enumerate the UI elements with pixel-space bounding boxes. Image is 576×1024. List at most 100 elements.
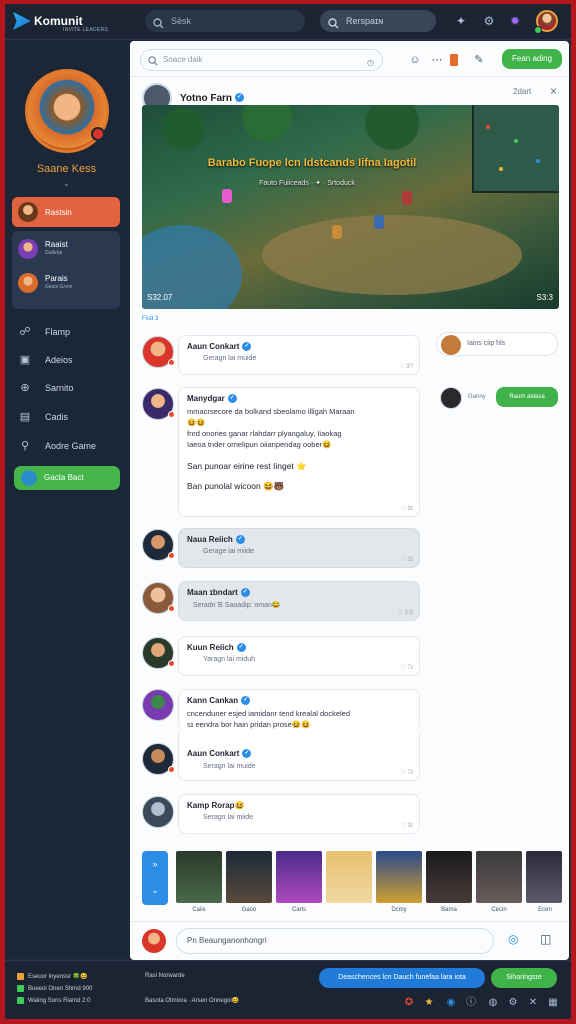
message-text: Seragn lai muide — [203, 763, 256, 770]
message-author: Aaun Conkart ✓ — [187, 342, 252, 352]
avatar[interactable] — [142, 796, 174, 828]
game-unit — [332, 225, 342, 239]
nav-label: Flamp — [45, 327, 71, 337]
nav-item-adeios[interactable]: ▣ Adeios — [17, 352, 73, 368]
verified-icon: ✓ — [242, 749, 252, 759]
game-score: S3:3 — [536, 293, 553, 302]
game-unit — [222, 189, 232, 203]
search-icon — [153, 15, 164, 37]
nav-item-cadis[interactable]: ▤ Cadis — [17, 409, 68, 425]
info-icon[interactable]: ⓘ — [465, 997, 477, 1009]
composer: Pn Beaunganonhongri ◎ ◫ — [130, 921, 569, 959]
message-card[interactable]: Manydgar ✓ mmacrsecore da bolkand sbeolam… — [178, 387, 420, 517]
nav-label: Aodre Game — [45, 441, 97, 451]
chat-icon[interactable]: ◍ — [487, 997, 499, 1009]
settings-icon[interactable]: ✹ — [507, 13, 523, 29]
thumbnail[interactable] — [376, 851, 422, 903]
message-line: Iaeoa tnder ornelipun oiianpendag oober😆 — [187, 440, 332, 449]
close-icon[interactable]: × — [550, 84, 557, 98]
game-icon[interactable]: ✪ — [403, 997, 415, 1009]
post-author[interactable]: Yotno Farn ✓ — [180, 93, 245, 104]
grid-icon[interactable]: ▦ — [547, 997, 559, 1009]
secondary-search-input[interactable]: Rerspaɪɴ — [320, 10, 436, 32]
thumbnail[interactable] — [476, 851, 522, 903]
message-line: 😆😆 — [187, 418, 206, 427]
feed-search-placeholder: Soace daik — [163, 55, 203, 64]
message-text: Seradn Ɓ Saoadip: oman😂 — [193, 602, 281, 609]
emoji-icon[interactable]: ☺ — [408, 53, 422, 67]
mic-icon[interactable]: ◎ — [508, 932, 518, 946]
verified-icon: ✓ — [240, 588, 250, 598]
gear-icon[interactable]: ⚙ — [481, 13, 497, 29]
app-name: Komunit — [34, 14, 83, 28]
thumbnail[interactable] — [176, 851, 222, 903]
status-square — [17, 985, 24, 992]
suggestion-card[interactable]: Iains ciip hls — [436, 332, 558, 356]
more-icon[interactable]: ⋯ — [430, 53, 444, 67]
thumbnail[interactable] — [326, 851, 372, 903]
close-icon[interactable]: ✕ — [527, 997, 539, 1009]
nav-item-aodre-game[interactable]: ⚲ Aodre Game — [17, 438, 96, 454]
feed-search-input[interactable]: Soace daik ◷ — [140, 49, 383, 71]
sidebar-green-button[interactable]: Gacta Bact — [14, 466, 120, 490]
sidebar-item-parais[interactable]: Parais Gʀais Gᴀine — [18, 273, 118, 293]
bookmark-icon[interactable] — [450, 54, 458, 66]
avatar[interactable] — [142, 689, 174, 721]
game-unit — [402, 191, 412, 205]
message-card[interactable]: Kann Cankan ✓ cncenduner esjed iamidanr t… — [178, 689, 420, 731]
join-button[interactable]: Raum aidasa — [496, 387, 558, 407]
profile-name[interactable]: Saane Kess — [5, 163, 128, 175]
footer-secondary-button[interactable]: Sihoringsɪe — [491, 968, 557, 988]
message-likes: ♡ 2ɪ — [400, 557, 413, 563]
message-likes: ♡ 2:0 — [397, 610, 413, 616]
verified-icon: ✓ — [242, 342, 252, 352]
avatar[interactable] — [440, 387, 462, 409]
controller-icon[interactable]: ✦ — [453, 13, 469, 29]
strip-nav-button[interactable]: » ⌄ — [142, 851, 168, 905]
game-screenshot[interactable]: Barabo Fuope lcn Idstcands Iifna Iagotil… — [142, 105, 559, 309]
message-text: Gerage lai miide — [203, 548, 254, 555]
thumbnail[interactable] — [276, 851, 322, 903]
camera-icon[interactable]: ◫ — [540, 932, 551, 946]
message-card[interactable]: Aaun Conkart ✓ Seragn lai muide ♡ 7ɪ — [178, 731, 420, 781]
message-card[interactable]: Kamp Rorap😆 Seragn lai miide ♡ 3ɪ — [178, 794, 420, 834]
game-path — [262, 215, 522, 295]
top-action-button[interactable]: Fean ading — [502, 49, 562, 69]
nav-item-sarnito[interactable]: ⊕ Sarnito — [17, 380, 73, 396]
star-icon[interactable]: ★ — [423, 997, 435, 1009]
search-placeholder: Sѐsk — [171, 16, 192, 26]
thumbnail-label: Gaoo — [241, 907, 257, 913]
edit-icon[interactable]: ✎ — [472, 53, 486, 67]
suggestion-row: Ganny Raum aidasa — [436, 387, 558, 411]
message-input[interactable]: Pn Beaunganonhongri — [176, 928, 494, 954]
thumbnail[interactable] — [526, 851, 562, 903]
sidebar-item-active[interactable]: Rastsin — [12, 197, 120, 227]
section-label: Fisd 3 — [142, 316, 159, 322]
thumbnail[interactable] — [426, 851, 472, 903]
help-icon[interactable]: ◉ — [445, 997, 457, 1009]
secondary-search-placeholder: Rerspaɪɴ — [346, 16, 384, 26]
settings-icon[interactable]: ⚙ — [507, 997, 519, 1009]
message-card[interactable]: Aaun Conkart ✓ Geragn lai muide ♡ 3? — [178, 335, 420, 375]
message-likes: ♡ 3ɪ — [400, 506, 413, 512]
message-card[interactable]: Naua Reiich ✓ Gerage lai miide ♡ 2ɪ — [178, 528, 420, 568]
chevron-down-icon[interactable]: ⌄ — [5, 179, 128, 188]
nav-item-flamp[interactable]: ☍ Flamp — [17, 324, 70, 340]
app-subtitle: INVITE LEADERS — [63, 27, 109, 33]
search-input[interactable]: Sѐsk — [145, 10, 305, 32]
message-card[interactable]: Maan ɪbndart ✓ Seradn Ɓ Saoadip: oman😂 ♡ … — [178, 581, 420, 621]
clock-icon[interactable]: ◷ — [367, 53, 374, 73]
status-dot — [168, 766, 175, 773]
logo-icon — [13, 12, 31, 30]
game-timer: S32.07 — [147, 293, 173, 302]
sidebar-item-raaist[interactable]: Raaist Gallerja — [18, 239, 118, 259]
footer-status: Eseuor lnyenssr 🍀😆 — [17, 973, 88, 980]
footer-bar: Eseuor lnyenssr 🍀😆 Bueeoi Onen Shrnd 900… — [5, 960, 571, 1019]
footer-primary-button[interactable]: Deaschences lcn Dauch funefaa lara iota — [319, 968, 485, 988]
message-card[interactable]: Kuun Reiich ✓ Yaragn lai miduh ♡ 7ɪ — [178, 636, 420, 676]
thumbnail[interactable] — [226, 851, 272, 903]
status-square — [17, 997, 24, 1004]
nav-label: Cadis — [45, 412, 69, 422]
sidebar: Saane Kess ⌄ Rastsin Raaist Gallerja Par… — [5, 41, 128, 957]
avatar — [18, 202, 38, 222]
